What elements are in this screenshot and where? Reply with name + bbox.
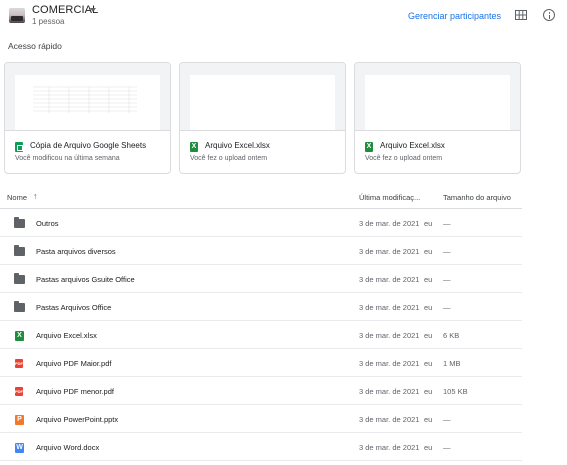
file-name: Outros (36, 219, 59, 228)
card-subtitle: Você fez o upload ontem (365, 155, 443, 162)
member-count: 1 pessoa (32, 17, 65, 26)
quick-access-title: Acesso rápido (8, 41, 62, 51)
file-name: Arquivo PDF Maior.pdf (36, 359, 112, 368)
word-icon: W (15, 443, 24, 453)
folder-icon (14, 245, 25, 256)
card-subtitle: Você modificou na última semana (15, 155, 120, 162)
file-name: Arquivo Word.docx (36, 443, 100, 452)
file-row[interactable]: PDF Arquivo PDF Maior.pdf 3 de mar. de 2… (0, 349, 522, 377)
file-size: 1 MB (443, 359, 461, 368)
powerpoint-icon: P (15, 415, 24, 425)
quick-access-card[interactable]: Cópia de Arquivo Google Sheets Você modi… (4, 62, 171, 174)
chevron-down-icon[interactable] (90, 8, 96, 12)
arrow-up-icon[interactable]: ↑ (33, 191, 38, 201)
file-row[interactable]: Outros 3 de mar. de 2021 eu — (0, 209, 522, 237)
file-size: — (443, 415, 451, 424)
file-size: — (443, 219, 451, 228)
modified-date: 3 de mar. de 2021 (359, 219, 420, 228)
shared-drive-avatar (9, 8, 25, 23)
file-name: Pastas Arquivos Office (36, 303, 112, 312)
modified-by: eu (424, 275, 433, 284)
card-subtitle: Você fez o upload ontem (190, 155, 268, 162)
spreadsheet-thumbnail (33, 86, 137, 113)
file-size: — (443, 275, 451, 284)
grid-view-icon[interactable] (515, 10, 527, 20)
file-preview (180, 63, 345, 131)
modified-date: 3 de mar. de 2021 (359, 303, 420, 312)
file-row[interactable]: W Arquivo Word.docx 3 de mar. de 2021 eu… (0, 433, 522, 461)
modified-date: 3 de mar. de 2021 (359, 275, 420, 284)
folder-icon (14, 273, 25, 284)
card-file-name: Arquivo Excel.xlsx (205, 141, 270, 150)
column-last-modified[interactable]: Última modificaç... (359, 193, 420, 202)
excel-icon: X (15, 331, 24, 341)
file-size: — (443, 443, 451, 452)
file-list-header: Nome ↑ Última modificaç... Tamanho do ar… (0, 190, 567, 206)
file-row[interactable]: Pastas arquivos Gsuite Office 3 de mar. … (0, 265, 522, 293)
file-size: 105 KB (443, 387, 468, 396)
quick-access-card[interactable]: X Arquivo Excel.xlsx Você fez o upload o… (354, 62, 521, 174)
pdf-icon: PDF (15, 359, 23, 368)
modified-date: 3 de mar. de 2021 (359, 359, 420, 368)
shared-drive-name[interactable]: COMERCIAL (32, 4, 98, 16)
drive-header: COMERCIAL 1 pessoa Gerenciar participant… (0, 0, 567, 34)
google-sheets-icon (15, 142, 23, 152)
manage-members-link[interactable]: Gerenciar participantes (408, 11, 501, 21)
modified-date: 3 de mar. de 2021 (359, 247, 420, 256)
file-name: Arquivo PDF menor.pdf (36, 387, 114, 396)
folder-icon (14, 301, 25, 312)
modified-date: 3 de mar. de 2021 (359, 415, 420, 424)
file-row[interactable]: PDF Arquivo PDF menor.pdf 3 de mar. de 2… (0, 377, 522, 405)
column-name[interactable]: Nome (7, 193, 27, 202)
file-row[interactable]: P Arquivo PowerPoint.pptx 3 de mar. de 2… (0, 405, 522, 433)
file-row[interactable]: X Arquivo Excel.xlsx 3 de mar. de 2021 e… (0, 321, 522, 349)
modified-by: eu (424, 219, 433, 228)
excel-icon: X (365, 142, 373, 152)
file-name: Arquivo Excel.xlsx (36, 331, 97, 340)
file-row[interactable]: Pasta arquivos diversos 3 de mar. de 202… (0, 237, 522, 265)
info-icon[interactable] (543, 9, 555, 21)
file-size: — (443, 247, 451, 256)
file-size: 6 KB (443, 331, 460, 340)
pdf-icon: PDF (15, 387, 23, 396)
file-row[interactable]: Pastas Arquivos Office 3 de mar. de 2021… (0, 293, 522, 321)
file-name: Pastas arquivos Gsuite Office (36, 275, 135, 284)
file-preview (5, 63, 170, 131)
card-file-name: Cópia de Arquivo Google Sheets (30, 141, 147, 150)
modified-by: eu (424, 359, 433, 368)
folder-icon (14, 217, 25, 228)
excel-icon: X (190, 142, 198, 152)
modified-by: eu (424, 387, 433, 396)
quick-access-card[interactable]: X Arquivo Excel.xlsx Você fez o upload o… (179, 62, 346, 174)
modified-by: eu (424, 303, 433, 312)
modified-by: eu (424, 247, 433, 256)
column-file-size[interactable]: Tamanho do arquivo (443, 193, 511, 202)
file-name: Pasta arquivos diversos (36, 247, 116, 256)
modified-date: 3 de mar. de 2021 (359, 331, 420, 340)
modified-by: eu (424, 331, 433, 340)
modified-by: eu (424, 443, 433, 452)
file-preview (355, 63, 520, 131)
modified-date: 3 de mar. de 2021 (359, 387, 420, 396)
file-size: — (443, 303, 451, 312)
file-name: Arquivo PowerPoint.pptx (36, 415, 119, 424)
card-file-name: Arquivo Excel.xlsx (380, 141, 445, 150)
modified-by: eu (424, 415, 433, 424)
modified-date: 3 de mar. de 2021 (359, 443, 420, 452)
